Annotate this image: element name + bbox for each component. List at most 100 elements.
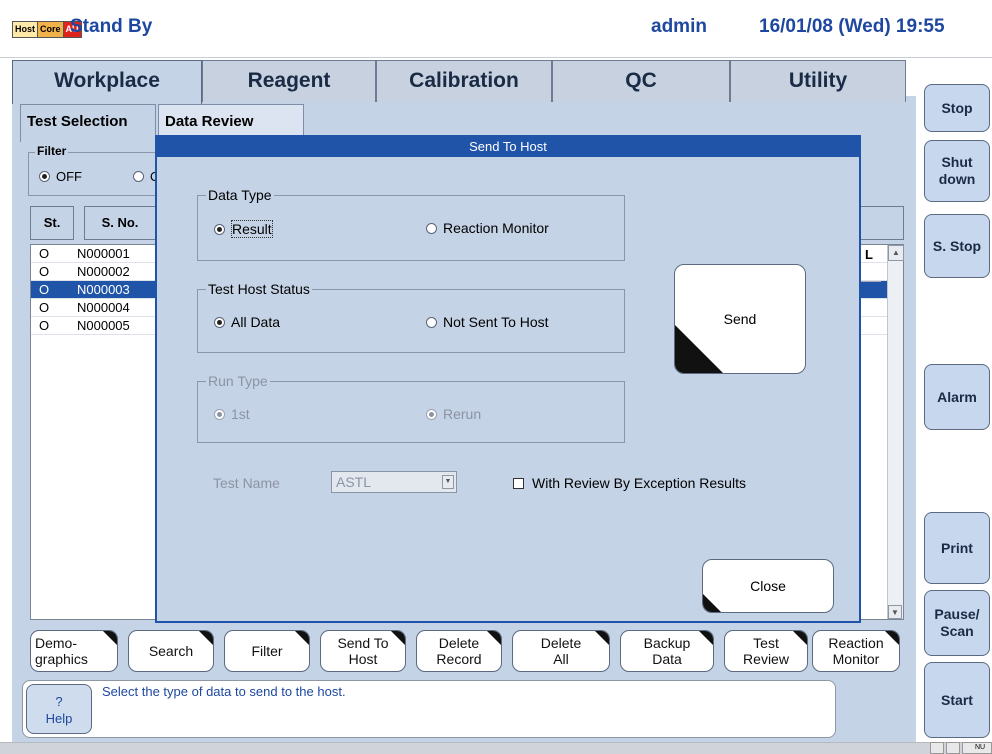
result-label: Result bbox=[231, 220, 273, 238]
host-status-legend: Test Host Status bbox=[206, 281, 312, 297]
backup-data-button[interactable]: Backup Data bbox=[620, 630, 714, 672]
radio-icon bbox=[214, 223, 225, 235]
row-status: O bbox=[38, 246, 50, 261]
test-name-label: Test Name bbox=[213, 475, 280, 491]
sampling-stop-button[interactable]: S. Stop bbox=[924, 214, 990, 278]
footer-box bbox=[930, 742, 944, 754]
row-sample-no: N000001 bbox=[77, 246, 130, 261]
row-status: O bbox=[38, 264, 50, 279]
demographics-button[interactable]: Demo- graphics bbox=[30, 630, 118, 672]
result-radio[interactable]: Result bbox=[214, 220, 273, 238]
footer-indicator: NU bbox=[962, 742, 992, 754]
checkbox-icon bbox=[513, 477, 524, 489]
radio-icon bbox=[426, 222, 437, 234]
tab-calibration[interactable]: Calibration bbox=[376, 60, 552, 102]
shutdown-button[interactable]: Shut down bbox=[924, 140, 990, 202]
delete-record-button[interactable]: Delete Record bbox=[416, 630, 502, 672]
corner-icon bbox=[885, 631, 899, 645]
date-time: 16/01/08 (Wed) 19:55 bbox=[759, 16, 945, 37]
close-label: Close bbox=[750, 578, 786, 594]
search-button[interactable]: Search bbox=[128, 630, 214, 672]
help-button[interactable]: ? Help bbox=[26, 684, 92, 734]
tab-workplace[interactable]: Workplace bbox=[12, 60, 202, 104]
radio-icon bbox=[39, 171, 50, 182]
send-label: Send bbox=[723, 311, 757, 327]
help-label: Help bbox=[45, 711, 73, 726]
tab-reagent[interactable]: Reagent bbox=[202, 60, 376, 102]
filter-off-label: OFF bbox=[56, 169, 82, 184]
rerun-radio[interactable]: Rerun bbox=[426, 406, 481, 422]
scroll-up-icon[interactable]: ▲ bbox=[888, 245, 904, 261]
first-run-radio[interactable]: 1st bbox=[214, 406, 250, 422]
core-indicator: Core bbox=[38, 22, 64, 37]
row-status: O bbox=[38, 300, 50, 315]
radio-icon bbox=[426, 316, 437, 328]
send-to-host-dialog: Send To Host Data Type Result Reaction M… bbox=[155, 135, 861, 623]
row-sample-no: N000005 bbox=[77, 318, 130, 333]
dialog-title: Send To Host bbox=[157, 137, 859, 157]
list-scrollbar[interactable]: ▲ ▼ bbox=[887, 245, 904, 619]
corner-icon bbox=[391, 631, 405, 645]
run-type-group: Run Type 1st Rerun bbox=[197, 373, 625, 443]
reaction-monitor-label: Reaction Monitor bbox=[443, 220, 549, 236]
run-type-legend: Run Type bbox=[206, 373, 270, 389]
tab-utility[interactable]: Utility bbox=[730, 60, 906, 102]
start-button[interactable]: Start bbox=[924, 662, 990, 738]
column-right[interactable] bbox=[858, 206, 904, 240]
all-data-radio[interactable]: All Data bbox=[214, 314, 280, 330]
reaction-monitor-button[interactable]: Reaction Monitor bbox=[812, 630, 900, 672]
row-status: O bbox=[38, 318, 50, 333]
first-run-label: 1st bbox=[231, 406, 250, 422]
close-button[interactable]: Close bbox=[702, 559, 834, 613]
help-message: Select the type of data to send to the h… bbox=[102, 684, 346, 699]
filter-off-radio[interactable]: OFF bbox=[39, 169, 82, 184]
tab-test-selection[interactable]: Test Selection bbox=[20, 104, 156, 142]
right-cell-value: L bbox=[865, 247, 873, 262]
all-data-label: All Data bbox=[231, 314, 281, 330]
filter-group: Filter OFF O bbox=[28, 144, 160, 196]
footer-box bbox=[946, 742, 960, 754]
not-sent-radio[interactable]: Not Sent To Host bbox=[426, 314, 549, 330]
scroll-down-icon[interactable]: ▼ bbox=[888, 605, 902, 619]
send-to-host-button[interactable]: Send To Host bbox=[320, 630, 406, 672]
data-type-group: Data Type Result Reaction Monitor bbox=[197, 187, 625, 261]
tab-qc[interactable]: QC bbox=[552, 60, 730, 102]
filter-legend: Filter bbox=[35, 144, 69, 158]
corner-icon bbox=[675, 325, 723, 373]
column-status[interactable]: St. bbox=[30, 206, 74, 240]
print-button[interactable]: Print bbox=[924, 512, 990, 584]
pause-scan-button[interactable]: Pause/ Scan bbox=[924, 590, 990, 656]
radio-icon bbox=[133, 171, 144, 182]
host-indicator: Host bbox=[13, 22, 38, 37]
test-review-button[interactable]: Test Review bbox=[724, 630, 808, 672]
rerun-label: Rerun bbox=[443, 406, 482, 422]
corner-icon bbox=[595, 631, 609, 645]
corner-icon bbox=[295, 631, 309, 645]
corner-icon bbox=[703, 594, 721, 612]
not-sent-label: Not Sent To Host bbox=[443, 314, 549, 330]
corner-icon bbox=[793, 631, 807, 645]
column-sample-no[interactable]: S. No. bbox=[84, 206, 156, 240]
user-name: admin bbox=[651, 16, 707, 37]
corner-icon bbox=[699, 631, 713, 645]
row-sample-no: N000002 bbox=[77, 264, 130, 279]
radio-icon bbox=[426, 408, 437, 420]
row-status: O bbox=[38, 282, 50, 297]
help-icon: ? bbox=[55, 694, 63, 709]
corner-icon bbox=[487, 631, 501, 645]
corner-icon bbox=[199, 631, 213, 645]
radio-icon bbox=[214, 316, 225, 328]
chevron-down-icon[interactable]: ▼ bbox=[442, 475, 454, 489]
alarm-button[interactable]: Alarm bbox=[924, 364, 990, 430]
stop-button[interactable]: Stop bbox=[924, 84, 990, 132]
test-name-select[interactable]: ASTL ▼ bbox=[331, 471, 457, 493]
test-name-value: ASTL bbox=[336, 474, 372, 490]
corner-icon bbox=[103, 631, 117, 645]
send-button[interactable]: Send bbox=[674, 264, 806, 374]
delete-all-button[interactable]: Delete All bbox=[512, 630, 610, 672]
review-by-exception-checkbox[interactable]: With Review By Exception Results bbox=[513, 475, 746, 491]
reaction-monitor-radio[interactable]: Reaction Monitor bbox=[426, 220, 549, 236]
data-type-legend: Data Type bbox=[206, 187, 274, 203]
footer-bar bbox=[0, 742, 992, 754]
filter-button[interactable]: Filter bbox=[224, 630, 310, 672]
